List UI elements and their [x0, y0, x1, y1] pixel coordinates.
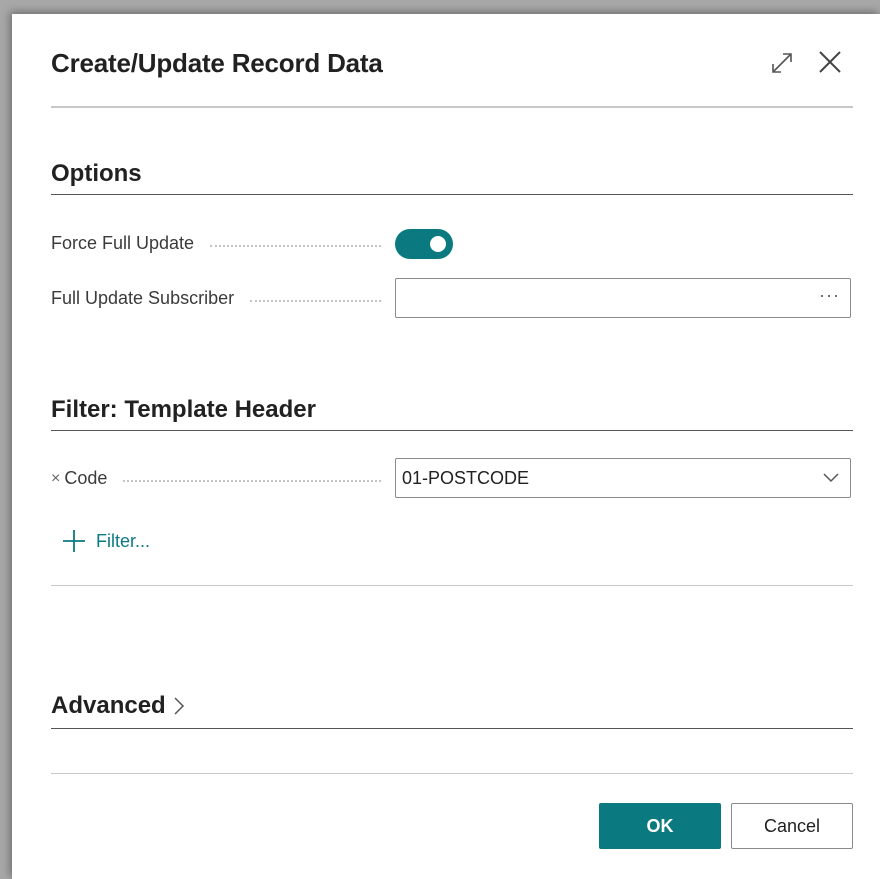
header-divider [51, 106, 853, 108]
chevron-right-icon [174, 697, 184, 715]
ok-button[interactable]: OK [599, 803, 721, 849]
options-divider [51, 194, 853, 195]
cancel-button[interactable]: Cancel [731, 803, 853, 849]
chevron-down-icon [823, 473, 839, 483]
filter-divider [51, 430, 853, 431]
advanced-heading: Advanced [51, 692, 166, 719]
advanced-section-toggle[interactable]: Advanced [51, 692, 186, 720]
expand-icon[interactable] [769, 50, 795, 76]
filter-end-divider [51, 585, 853, 586]
code-filter-value: 01-POSTCODE [402, 468, 530, 488]
add-filter-label: Filter... [96, 530, 151, 551]
footer-divider [51, 773, 853, 774]
full-update-subscriber-field[interactable]: ··· [395, 278, 851, 318]
plus-icon [63, 530, 85, 552]
filter-heading: Filter: Template Header [51, 396, 316, 423]
close-icon[interactable] [816, 48, 844, 76]
code-filter-label: × Code [51, 468, 381, 489]
remove-filter-button[interactable]: × [51, 470, 60, 488]
force-full-update-label: Force Full Update [51, 233, 381, 254]
advanced-divider [51, 728, 853, 729]
dialog-title: Create/Update Record Data [51, 48, 383, 78]
code-filter-select[interactable]: 01-POSTCODE [395, 458, 851, 498]
force-full-update-toggle[interactable] [395, 229, 453, 259]
toggle-knob [430, 236, 446, 252]
add-filter-link[interactable]: Filter... [62, 529, 150, 553]
options-heading: Options [51, 160, 142, 187]
lookup-ellipsis-button[interactable]: ··· [819, 285, 840, 306]
create-update-record-data-dialog: Create/Update Record Data Options Force … [12, 14, 880, 879]
full-update-subscriber-label: Full Update Subscriber [51, 288, 381, 309]
